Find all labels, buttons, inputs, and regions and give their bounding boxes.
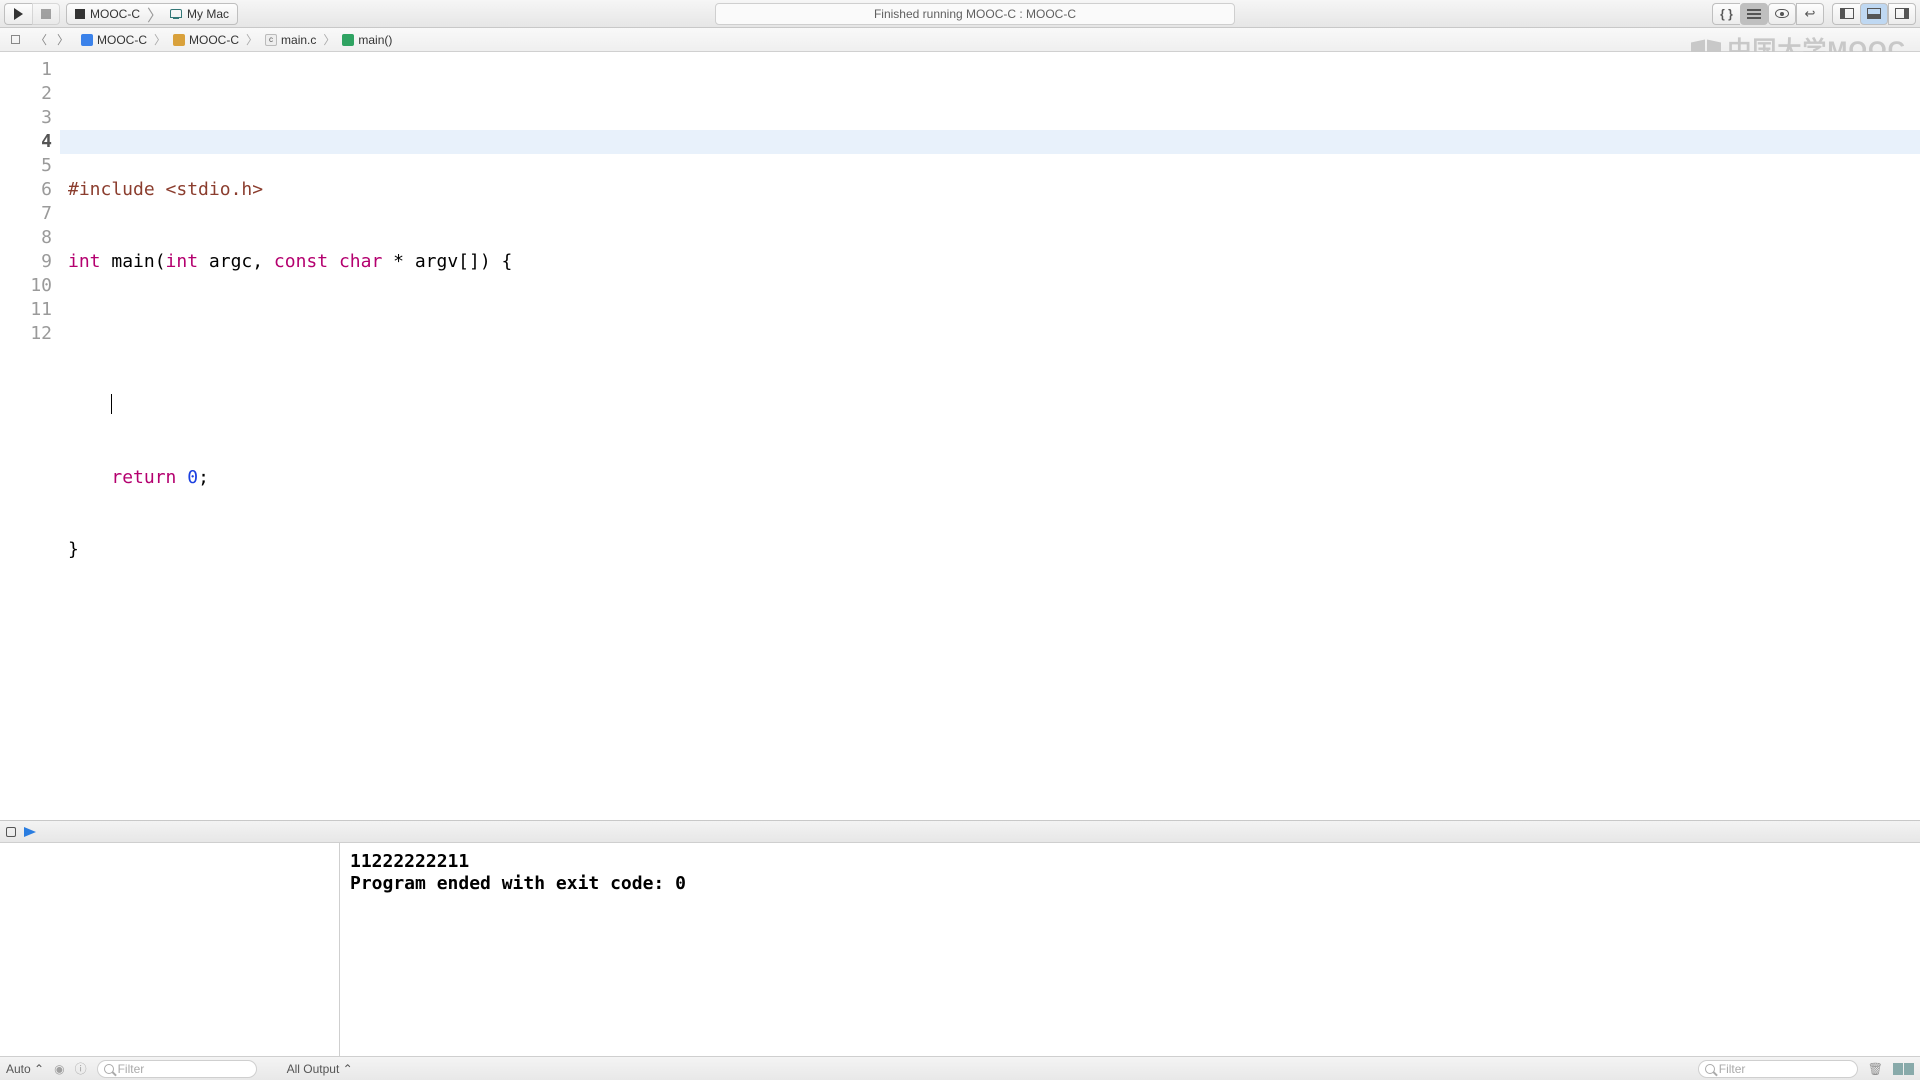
run-button[interactable]: [4, 3, 32, 25]
token-preproc: #include: [68, 179, 155, 200]
activity-status: Finished running MOOC-C : MOOC-C: [244, 3, 1706, 25]
assistant-editor-button[interactable]: [1740, 3, 1768, 25]
right-pane-toggle-icon: [1904, 1063, 1914, 1075]
info-button[interactable]: ⓘ: [75, 1060, 87, 1077]
scheme-project-cell[interactable]: MOOC-C: [67, 4, 148, 24]
breadcrumb-project-label: MOOC-C: [97, 33, 147, 47]
view-memory-button[interactable]: ◉: [54, 1062, 64, 1076]
debug-toolbar: [0, 821, 1920, 843]
console-filter-placeholder: Filter: [1719, 1062, 1746, 1076]
variables-filter-input[interactable]: Filter: [97, 1060, 257, 1078]
toggle-left-panel-button[interactable]: [1832, 3, 1860, 25]
scheme-device-label: My Mac: [187, 7, 229, 21]
line-gutter: 123456789101112: [0, 52, 60, 820]
c-file-icon: c: [265, 34, 277, 46]
toggle-bottom-panel-button[interactable]: [1860, 3, 1888, 25]
pane-toggle[interactable]: [1893, 1063, 1914, 1075]
app-icon: [75, 9, 85, 19]
breadcrumb-folder-label: MOOC-C: [189, 33, 239, 47]
search-icon: [104, 1064, 114, 1074]
panel-right-icon: [1895, 8, 1909, 19]
stop-button[interactable]: [32, 3, 60, 25]
console-output[interactable]: 11222222211 Program ended with exit code…: [340, 843, 1920, 1056]
toggle-right-panel-button[interactable]: [1888, 3, 1916, 25]
panel-bottom-icon: [1867, 8, 1881, 19]
code-editor[interactable]: 123456789101112 #include <stdio.h> int m…: [0, 52, 1920, 820]
function-icon: [342, 34, 354, 46]
variables-pane[interactable]: [0, 843, 340, 1056]
folder-icon: [173, 34, 185, 46]
scheme-chevron-icon: 〉: [148, 4, 162, 24]
breadcrumb-symbol[interactable]: main(): [339, 33, 395, 47]
related-items-button[interactable]: [4, 31, 26, 49]
braces-icon: { }: [1720, 7, 1733, 21]
breakpoints-button[interactable]: [6, 827, 16, 837]
scheme-selector[interactable]: MOOC-C 〉 My Mac: [66, 3, 238, 25]
standard-editor-button[interactable]: { }: [1712, 3, 1740, 25]
main-toolbar: MOOC-C 〉 My Mac Finished running MOOC-C …: [0, 0, 1920, 28]
token-include-path: <stdio.h>: [166, 179, 264, 200]
toolbar-right-group: { } ↩: [1712, 3, 1916, 25]
mac-icon: [170, 9, 182, 18]
clear-console-button[interactable]: 🗑: [1868, 1062, 1883, 1076]
jump-bar: 〈 〉 MOOC-C 〉 MOOC-C 〉 c main.c 〉 main() …: [0, 28, 1920, 52]
play-icon: [14, 8, 23, 20]
eye-icon: [1775, 9, 1789, 18]
scheme-device-cell[interactable]: My Mac: [162, 4, 237, 24]
status-text: Finished running MOOC-C : MOOC-C: [874, 7, 1076, 21]
breadcrumb-file-label: main.c: [281, 33, 316, 47]
auto-scope-selector[interactable]: Auto ⌃: [6, 1062, 44, 1076]
text-cursor: [111, 394, 112, 414]
token-type: int: [68, 251, 101, 272]
grid-icon: [11, 35, 20, 44]
debug-footer: Auto ⌃ ◉ ⓘ Filter All Output ⌃ Filter 🗑: [0, 1056, 1920, 1080]
chevron-right-icon: 〉: [246, 31, 258, 48]
lines-icon: [1747, 9, 1761, 19]
nav-forward-button[interactable]: 〉: [52, 31, 74, 49]
panel-left-icon: [1840, 8, 1854, 19]
breadcrumb-file[interactable]: c main.c: [262, 33, 319, 47]
chevron-right-icon: 〉: [323, 31, 335, 48]
output-scope-selector[interactable]: All Output ⌃: [287, 1062, 353, 1076]
scheme-project-label: MOOC-C: [90, 7, 140, 21]
review-mode-button[interactable]: [1768, 3, 1796, 25]
chevron-right-icon: 〉: [154, 31, 166, 48]
search-icon: [1705, 1064, 1715, 1074]
run-stop-group: [4, 3, 60, 25]
breadcrumb-folder[interactable]: MOOC-C: [170, 33, 242, 47]
nav-back-button[interactable]: 〈: [30, 31, 52, 49]
project-icon: [81, 34, 93, 46]
left-pane-toggle-icon: [1893, 1063, 1903, 1075]
console-filter-input[interactable]: Filter: [1698, 1060, 1858, 1078]
debug-area: 11222222211 Program ended with exit code…: [0, 820, 1920, 1080]
breadcrumb-project[interactable]: MOOC-C: [78, 33, 150, 47]
variables-filter-placeholder: Filter: [118, 1062, 145, 1076]
activity-status-inner: Finished running MOOC-C : MOOC-C: [715, 3, 1235, 25]
version-editor-button[interactable]: ↩: [1796, 3, 1824, 25]
code-content[interactable]: #include <stdio.h> int main(int argc, co…: [60, 52, 1920, 820]
continue-button[interactable]: [24, 827, 36, 837]
arrows-icon: ↩: [1805, 6, 1816, 22]
breadcrumb-symbol-label: main(): [358, 33, 392, 47]
stop-icon: [41, 9, 51, 19]
console-line-2: Program ended with exit code: 0: [350, 873, 1910, 895]
console-line-1: 11222222211: [350, 851, 1910, 873]
